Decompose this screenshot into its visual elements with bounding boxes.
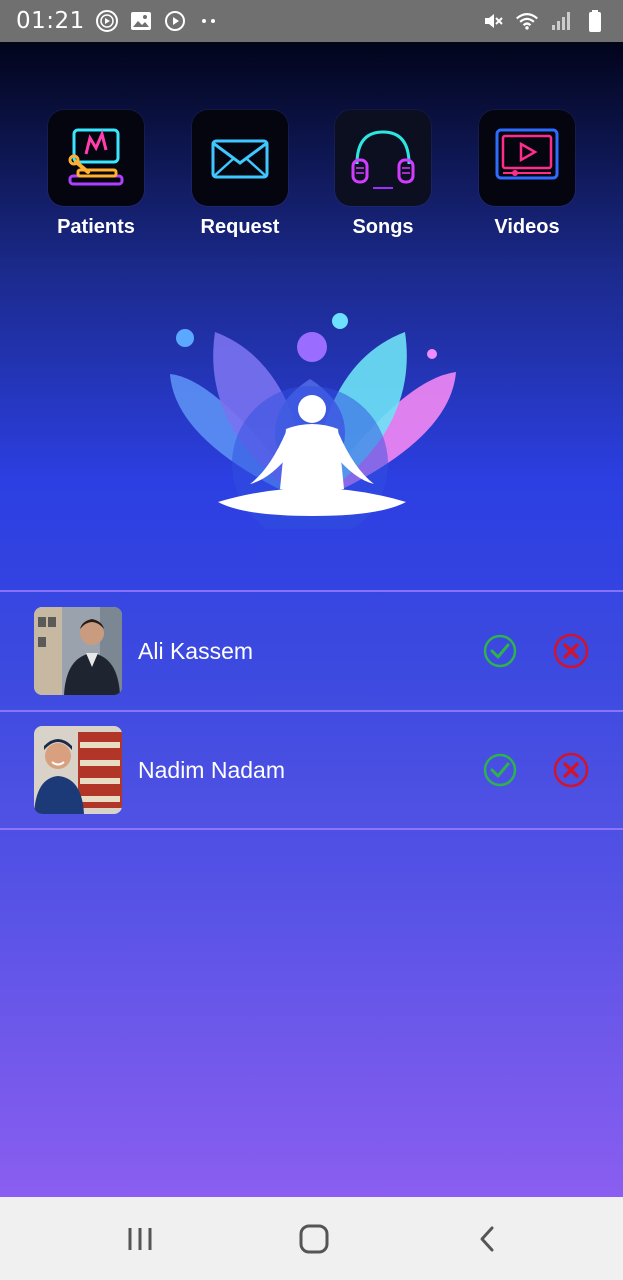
x-circle-icon[interactable] (553, 752, 589, 788)
request-list: Ali Kassem Nadim Nadam (0, 590, 623, 830)
patient-name: Ali Kassem (138, 637, 254, 664)
play-circle-icon (163, 9, 187, 33)
menu-item-videos[interactable]: Videos (462, 110, 592, 239)
check-circle-icon[interactable] (483, 634, 517, 668)
menu-label: Patients (57, 216, 135, 238)
home-icon[interactable] (284, 1209, 344, 1269)
status-time: 01:21 (16, 8, 85, 34)
image-icon (129, 9, 153, 33)
menu-item-request[interactable]: Request (175, 110, 305, 239)
more-dots-icon (197, 9, 221, 33)
recent-apps-icon[interactable] (110, 1209, 170, 1269)
avatar (34, 607, 122, 695)
x-circle-icon[interactable] (553, 633, 589, 669)
menu-label: Videos (494, 216, 560, 238)
list-item: Ali Kassem (0, 590, 623, 710)
avatar (34, 726, 122, 814)
list-item: Nadim Nadam (0, 710, 623, 830)
video-player-neon-icon (479, 110, 575, 206)
menu-label: Request (200, 216, 280, 238)
battery-icon (583, 9, 607, 33)
check-circle-icon[interactable] (483, 753, 517, 787)
main-menu: Patients Request Songs Videos (0, 110, 623, 250)
menu-item-songs[interactable]: Songs (318, 110, 448, 239)
nav-bar (0, 1197, 623, 1280)
menu-label: Songs (352, 216, 414, 238)
menu-item-patients[interactable]: Patients (31, 110, 161, 239)
headphones-neon-icon (335, 110, 431, 206)
status-bar: 01:21 (0, 0, 623, 42)
mute-icon (481, 9, 505, 33)
patient-name: Nadim Nadam (138, 756, 285, 783)
signal-icon (549, 9, 573, 33)
envelope-neon-icon (192, 110, 288, 206)
meditation-lotus-icon (160, 304, 460, 542)
wifi-icon (515, 9, 539, 33)
back-icon[interactable] (458, 1209, 518, 1269)
vpn-play-icon (95, 9, 119, 33)
patients-neon-icon (48, 110, 144, 206)
app-screen: Patients Request Songs Videos Ali Kassem… (0, 42, 623, 1197)
